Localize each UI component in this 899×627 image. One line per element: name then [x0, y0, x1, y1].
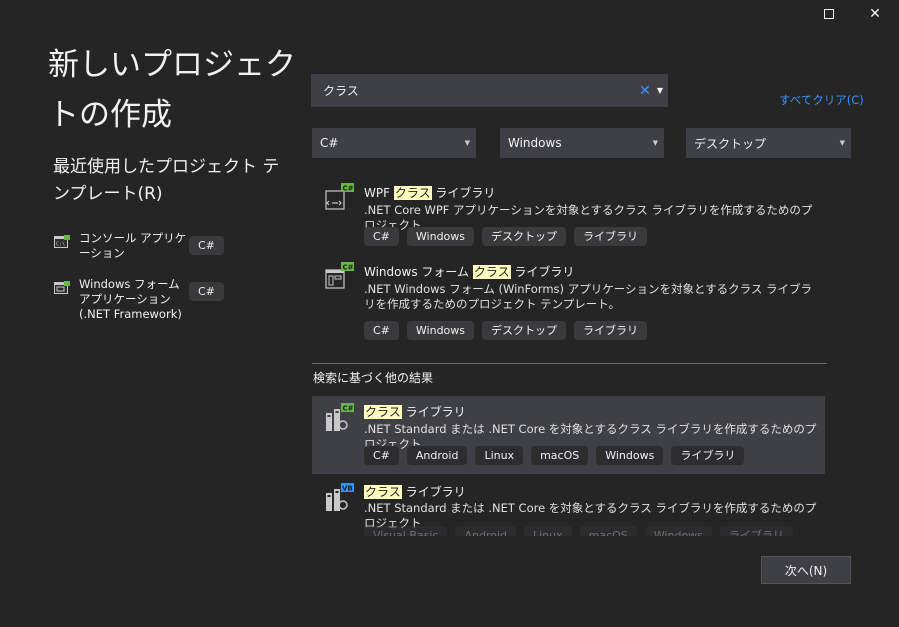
close-icon: ✕ — [869, 6, 881, 22]
template-tags: C# Windows デスクトップ ライブラリ — [364, 321, 648, 340]
chevron-down-icon: ▼ — [839, 139, 845, 147]
class-library-csharp-icon: C# — [325, 403, 355, 433]
template-name-prefix: Windows フォーム — [364, 265, 473, 279]
tag-language: C# — [364, 321, 399, 340]
platform-filter-value: Windows — [508, 136, 562, 150]
clear-all-link[interactable]: すべてクリア(C) — [779, 92, 864, 108]
tag-platform: macOS — [579, 526, 637, 536]
template-name: クラス ライブラリ — [364, 403, 466, 420]
wpf-class-library-icon: C# — [325, 183, 355, 213]
recent-templates-heading: 最近使用したプロジェクト テンプレート(R) — [53, 157, 280, 204]
search-match-highlight: クラス — [364, 485, 402, 499]
section-divider — [312, 363, 827, 364]
tag-language: Visual Basic — [364, 526, 448, 536]
tag-platform: Android — [406, 446, 468, 465]
other-results-heading: 検索に基づく他の結果 — [313, 371, 434, 385]
clear-search-icon[interactable]: ✕ — [637, 83, 653, 99]
tag-library: ライブラリ — [574, 227, 648, 246]
search-input[interactable]: クラス — [312, 82, 637, 99]
maximize-button[interactable] — [806, 0, 852, 28]
chevron-down-icon: ▼ — [464, 139, 470, 147]
recent-item-label: Windows フォーム アプリケーション (.NET Framework) — [79, 277, 182, 321]
tag-platform: Windows — [644, 526, 712, 536]
platform-filter[interactable]: Windows ▼ — [500, 128, 664, 158]
tag-project-type: デスクトップ — [482, 321, 567, 340]
language-filter[interactable]: C# ▼ — [312, 128, 476, 158]
svg-text:C#: C# — [343, 264, 354, 272]
chevron-down-icon: ▼ — [652, 139, 658, 147]
search-match-highlight: クラス — [472, 265, 511, 279]
windows-forms-icon — [54, 281, 70, 295]
close-button[interactable]: ✕ — [852, 0, 898, 28]
template-name-suffix: ライブラリ — [401, 485, 466, 499]
tag-platform: macOS — [531, 446, 589, 465]
template-tags: C# Android Linux macOS Windows ライブラリ — [364, 446, 745, 465]
tag-platform: Linux — [475, 446, 524, 465]
template-name-prefix: WPF — [364, 186, 394, 200]
search-history-dropdown-icon[interactable]: ▼ — [653, 86, 667, 95]
tag-library: ライブラリ — [574, 321, 648, 340]
template-tags: C# Windows デスクトップ ライブラリ — [364, 227, 648, 246]
tag-platform: Android — [455, 526, 516, 536]
search-match-highlight: クラス — [364, 405, 402, 419]
svg-text:VB: VB — [342, 485, 353, 493]
tag-platform: Windows — [406, 321, 475, 340]
language-filter-value: C# — [320, 136, 339, 150]
console-app-icon: C:\ — [54, 235, 70, 249]
template-description: .NET Windows フォーム (WinForms) アプリケーションを対象… — [364, 282, 813, 311]
project-type-filter-value: デスクトップ — [694, 136, 767, 151]
template-name-suffix: ライブラリ — [401, 405, 466, 419]
svg-text:C#: C# — [343, 405, 354, 413]
winforms-class-library-icon: C# — [325, 262, 355, 292]
tag-platform: Windows — [596, 446, 664, 465]
project-type-filter[interactable]: デスクトップ ▼ — [686, 128, 851, 158]
search-match-highlight: クラス — [393, 186, 432, 200]
template-item-class-library-vb[interactable]: VB クラス ライブラリ .NET Standard または .NET Core… — [312, 476, 825, 536]
template-item-winforms-class-library[interactable]: C# Windows フォーム クラス ライブラリ .NET Windows フ… — [312, 257, 825, 347]
tag-project-type: デスクトップ — [482, 227, 567, 246]
recent-item-console-app[interactable]: C:\ コンソール アプリケーション C# — [54, 231, 224, 261]
language-tag: C# — [189, 236, 224, 255]
tag-platform: Windows — [406, 227, 475, 246]
recent-item-windows-forms[interactable]: Windows フォーム アプリケーション (.NET Framework) C… — [54, 277, 224, 322]
tag-language: C# — [364, 446, 399, 465]
svg-text:C:\: C:\ — [56, 242, 65, 248]
template-name: Windows フォーム クラス ライブラリ — [364, 263, 574, 280]
recent-item-label: コンソール アプリケーション — [79, 231, 187, 260]
next-button[interactable]: 次へ(N) — [761, 556, 851, 584]
template-item-class-library-csharp[interactable]: C# クラス ライブラリ .NET Standard または .NET Core… — [312, 396, 825, 474]
tag-language: C# — [364, 227, 399, 246]
search-box[interactable]: クラス ✕ ▼ — [311, 74, 668, 107]
tag-library: ライブラリ — [671, 446, 745, 465]
template-name: WPF クラス ライブラリ — [364, 184, 495, 201]
template-name-suffix: ライブラリ — [510, 265, 575, 279]
svg-text:C#: C# — [343, 185, 354, 193]
tag-platform: Linux — [524, 526, 572, 536]
page-title: 新しいプロジェクトの作成 — [48, 47, 296, 133]
language-tag: C# — [189, 282, 224, 301]
template-tags: Visual Basic Android Linux macOS Windows… — [364, 526, 793, 536]
template-name-suffix: ライブラリ — [431, 186, 496, 200]
template-name: クラス ライブラリ — [364, 483, 466, 500]
class-library-vb-icon: VB — [325, 483, 355, 513]
maximize-icon — [824, 9, 834, 19]
template-item-wpf-class-library[interactable]: C# WPF クラス ライブラリ .NET Core WPF アプリケーションを… — [312, 178, 825, 254]
tag-library: ライブラリ — [719, 526, 793, 536]
